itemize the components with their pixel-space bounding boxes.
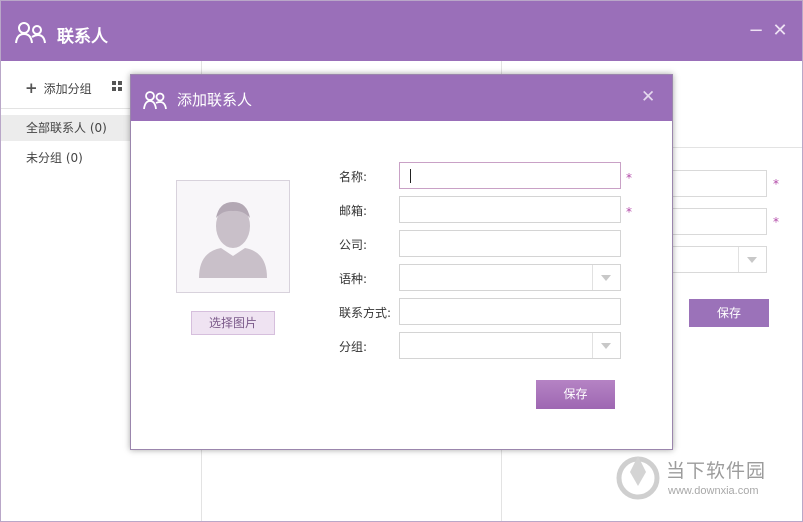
text-caret bbox=[410, 169, 411, 183]
required-mark: * bbox=[626, 205, 632, 219]
plus-icon: + bbox=[25, 79, 38, 97]
required-mark: * bbox=[773, 215, 779, 229]
choose-image-button[interactable]: 选择图片 bbox=[191, 311, 275, 335]
email-label: 邮箱: bbox=[339, 204, 368, 218]
grid-icon[interactable] bbox=[112, 81, 123, 91]
contact-method-input[interactable] bbox=[399, 298, 621, 325]
required-mark: * bbox=[773, 177, 779, 191]
company-label: 公司: bbox=[339, 238, 368, 252]
avatar-placeholder bbox=[176, 180, 290, 293]
watermark-url: www.downxia.com bbox=[668, 485, 759, 497]
contact-method-label: 联系方式: bbox=[339, 306, 392, 320]
minimize-button[interactable]: − bbox=[746, 19, 766, 43]
contacts-icon bbox=[15, 22, 46, 44]
name-input[interactable] bbox=[399, 162, 621, 189]
chevron-down-icon bbox=[738, 247, 766, 272]
site-watermark: 当下软件园 www.downxia.com bbox=[616, 452, 786, 504]
language-select[interactable] bbox=[399, 264, 621, 291]
watermark-title: 当下软件园 bbox=[666, 460, 767, 482]
add-contact-dialog: 添加联系人 ✕ 选择图片 名称: * 邮箱: * 公司: 语种: 联系方式: 分… bbox=[130, 74, 673, 450]
watermark-logo bbox=[616, 456, 660, 500]
group-label: 分组: bbox=[339, 340, 368, 354]
language-label: 语种: bbox=[339, 272, 368, 286]
add-group-button[interactable]: + 添加分组 bbox=[25, 79, 92, 97]
name-label: 名称: bbox=[339, 170, 368, 184]
chevron-down-icon[interactable] bbox=[592, 265, 620, 290]
chevron-down-icon[interactable] bbox=[592, 333, 620, 358]
group-select[interactable] bbox=[399, 332, 621, 359]
title-bar: 联系人 − ✕ bbox=[1, 1, 802, 61]
close-window-button[interactable]: ✕ bbox=[770, 19, 790, 43]
contacts-icon bbox=[143, 91, 167, 110]
add-group-label: 添加分组 bbox=[43, 82, 92, 96]
dialog-title: 添加联系人 bbox=[177, 91, 253, 109]
company-input[interactable] bbox=[399, 230, 621, 257]
save-button[interactable]: 保存 bbox=[536, 380, 615, 409]
dialog-title-bar: 添加联系人 ✕ bbox=[131, 75, 672, 121]
required-mark: * bbox=[626, 171, 632, 185]
background-save-button[interactable]: 保存 bbox=[689, 299, 769, 327]
dialog-close-button[interactable]: ✕ bbox=[641, 87, 655, 107]
email-input[interactable] bbox=[399, 196, 621, 223]
window-title: 联系人 bbox=[57, 27, 108, 47]
person-icon bbox=[199, 202, 267, 278]
